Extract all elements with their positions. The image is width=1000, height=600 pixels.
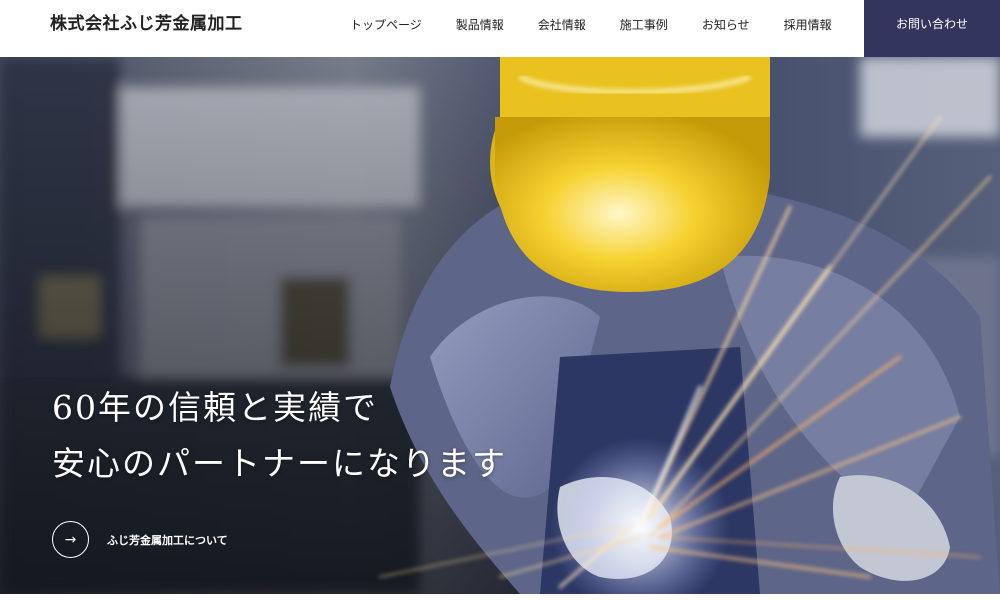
nav-item-top[interactable]: トップページ <box>350 16 422 33</box>
site-logo[interactable]: 株式会社ふじ芳金属加工 <box>50 0 243 57</box>
main-nav: トップページ 製品情報 会社情報 施工事例 お知らせ 採用情報 <box>350 0 832 48</box>
nav-item-works[interactable]: 施工事例 <box>620 16 668 33</box>
hero-welder-image <box>0 57 1000 594</box>
nav-item-news[interactable]: お知らせ <box>702 16 750 33</box>
arrow-right-icon[interactable]: → <box>52 521 89 558</box>
page-bottom-strip <box>0 594 1000 600</box>
hero-headline-line1: 60年の信頼と実績で <box>52 388 378 427</box>
hero-section <box>0 57 1000 594</box>
nav-item-recruit[interactable]: 採用情報 <box>784 16 832 33</box>
about-company-link[interactable]: → ふじ芳金属加工について <box>52 521 228 558</box>
hero-headline-line2: 安心のパートナーになります <box>52 444 507 483</box>
site-header: 株式会社ふじ芳金属加工 トップページ 製品情報 会社情報 施工事例 お知らせ 採… <box>0 0 1000 57</box>
contact-button[interactable]: お問い合わせ <box>864 0 1000 57</box>
hero-headline: 60年の信頼と実績で 安心のパートナーになります <box>52 380 507 492</box>
nav-item-company[interactable]: 会社情報 <box>538 16 586 33</box>
about-company-label[interactable]: ふじ芳金属加工について <box>107 532 228 548</box>
nav-item-products[interactable]: 製品情報 <box>456 16 504 33</box>
